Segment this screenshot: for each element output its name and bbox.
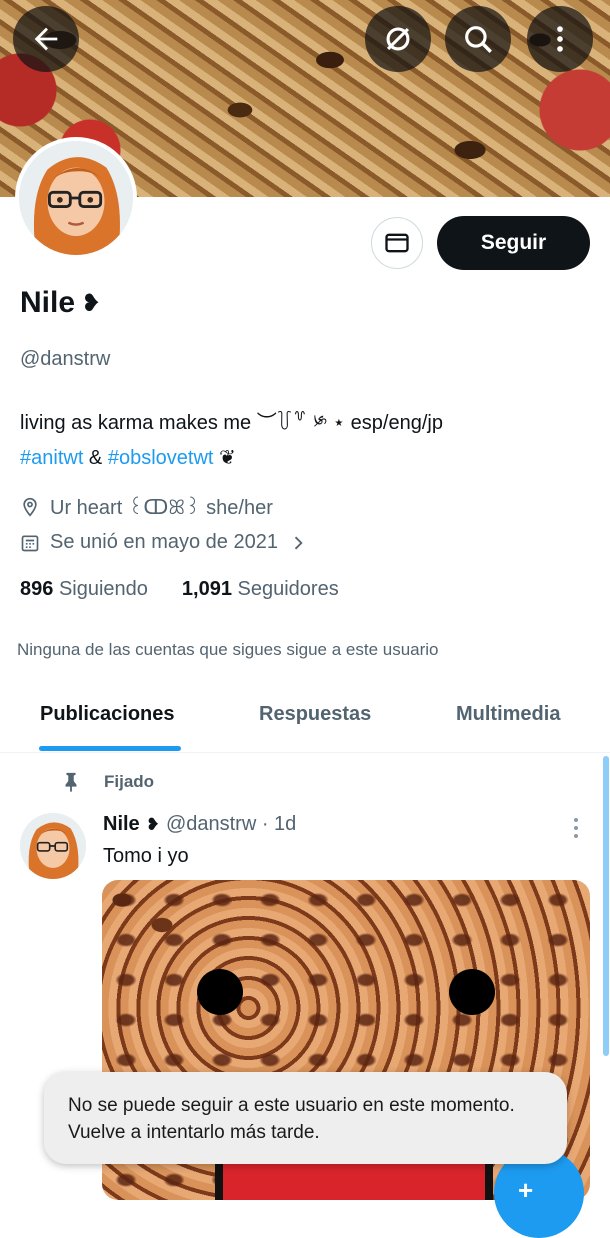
following-count: 896 [20, 578, 54, 600]
pin-icon [65, 772, 77, 793]
hashtag-obslovetwt[interactable]: #obslovetwt [108, 447, 214, 469]
tab-multimedia[interactable]: Multimedia [456, 703, 560, 726]
joined-text: Se unió en mayo de 2021 [50, 531, 278, 553]
message-button[interactable] [371, 217, 423, 269]
tweet-more-icon[interactable] [566, 816, 586, 840]
slash-circle-icon [386, 27, 410, 51]
pinned-text: Fijado [104, 772, 155, 791]
following-link[interactable]: 896 Siguiendo [20, 578, 148, 601]
tab-respuestas[interactable]: Respuestas [259, 703, 371, 726]
grok-button[interactable] [365, 6, 431, 72]
tweet-handle-time[interactable]: @danstrw · 1d [166, 813, 296, 836]
tab-publicaciones[interactable]: Publicaciones [40, 703, 175, 726]
hashtag-anitwt[interactable]: #anitwt [20, 447, 83, 469]
profile-name-emoji: ❥ [81, 289, 102, 317]
profile-hashtags: #anitwt & #obslovetwt ❦ [20, 445, 236, 470]
profile-stats: 896 Siguiendo 1,091 Seguidores [20, 578, 339, 601]
hashtag-emoji: ❦ [213, 447, 236, 469]
mail-icon [385, 233, 409, 253]
chevron-right-icon [294, 536, 303, 549]
profile-avatar[interactable] [15, 137, 137, 259]
mutuals-note: Ninguna de las cuentas que sigues sigue … [17, 640, 439, 659]
following-label: Siguiendo [58, 578, 148, 600]
right-eye [449, 969, 495, 1015]
profile-name: Nile ❥ [20, 286, 101, 320]
follow-button[interactable]: Seguir [437, 216, 590, 270]
calendar-icon [21, 535, 39, 551]
profile-name-text: Nile [20, 286, 76, 319]
profile-location: Ur heart ꒰ↀꕤ꒱ she/her [20, 493, 273, 520]
tweet-text: Tomo i yo [103, 845, 189, 867]
more-options-button[interactable] [527, 6, 593, 72]
search-button[interactable] [445, 6, 511, 72]
profile-handle: @danstrw [20, 348, 111, 370]
red-block [215, 1158, 493, 1200]
arrow-left-icon [34, 27, 58, 51]
left-eye [197, 969, 243, 1015]
profile-joined[interactable]: Se unió en mayo de 2021 [20, 531, 308, 554]
compose-plus-icon: + [518, 1175, 534, 1205]
tabs-divider [0, 752, 610, 753]
location-text: Ur heart ꒰ↀꕤ꒱ she/her [50, 497, 273, 519]
back-button[interactable] [13, 6, 79, 72]
more-vertical-icon [557, 26, 563, 52]
pinned-label: Fijado [60, 770, 154, 794]
tweet-author-emoji: ❥ [145, 814, 160, 834]
followers-label: Seguidores [237, 578, 339, 600]
avatar-illustration [19, 141, 133, 255]
toast-line-2: Vuelve a intentarlo más tarde. [68, 1122, 320, 1143]
followers-count: 1,091 [181, 578, 232, 600]
tweet-author-name[interactable]: Nile [103, 813, 140, 836]
followers-link[interactable]: 1,091 Seguidores [182, 578, 339, 601]
tweet-avatar[interactable] [20, 813, 86, 879]
scrollbar[interactable] [603, 756, 609, 1056]
search-icon [465, 26, 492, 53]
toast-line-1: No se puede seguir a este usuario en est… [68, 1095, 515, 1116]
location-pin-icon [23, 497, 37, 517]
tweet-header: Nile ❥ @danstrw · 1d [103, 813, 296, 836]
avatar-illustration-small [20, 813, 86, 879]
active-tab-indicator [39, 746, 181, 751]
error-toast: No se puede seguir a este usuario en est… [44, 1072, 567, 1164]
hashtag-separator: & [83, 447, 108, 469]
